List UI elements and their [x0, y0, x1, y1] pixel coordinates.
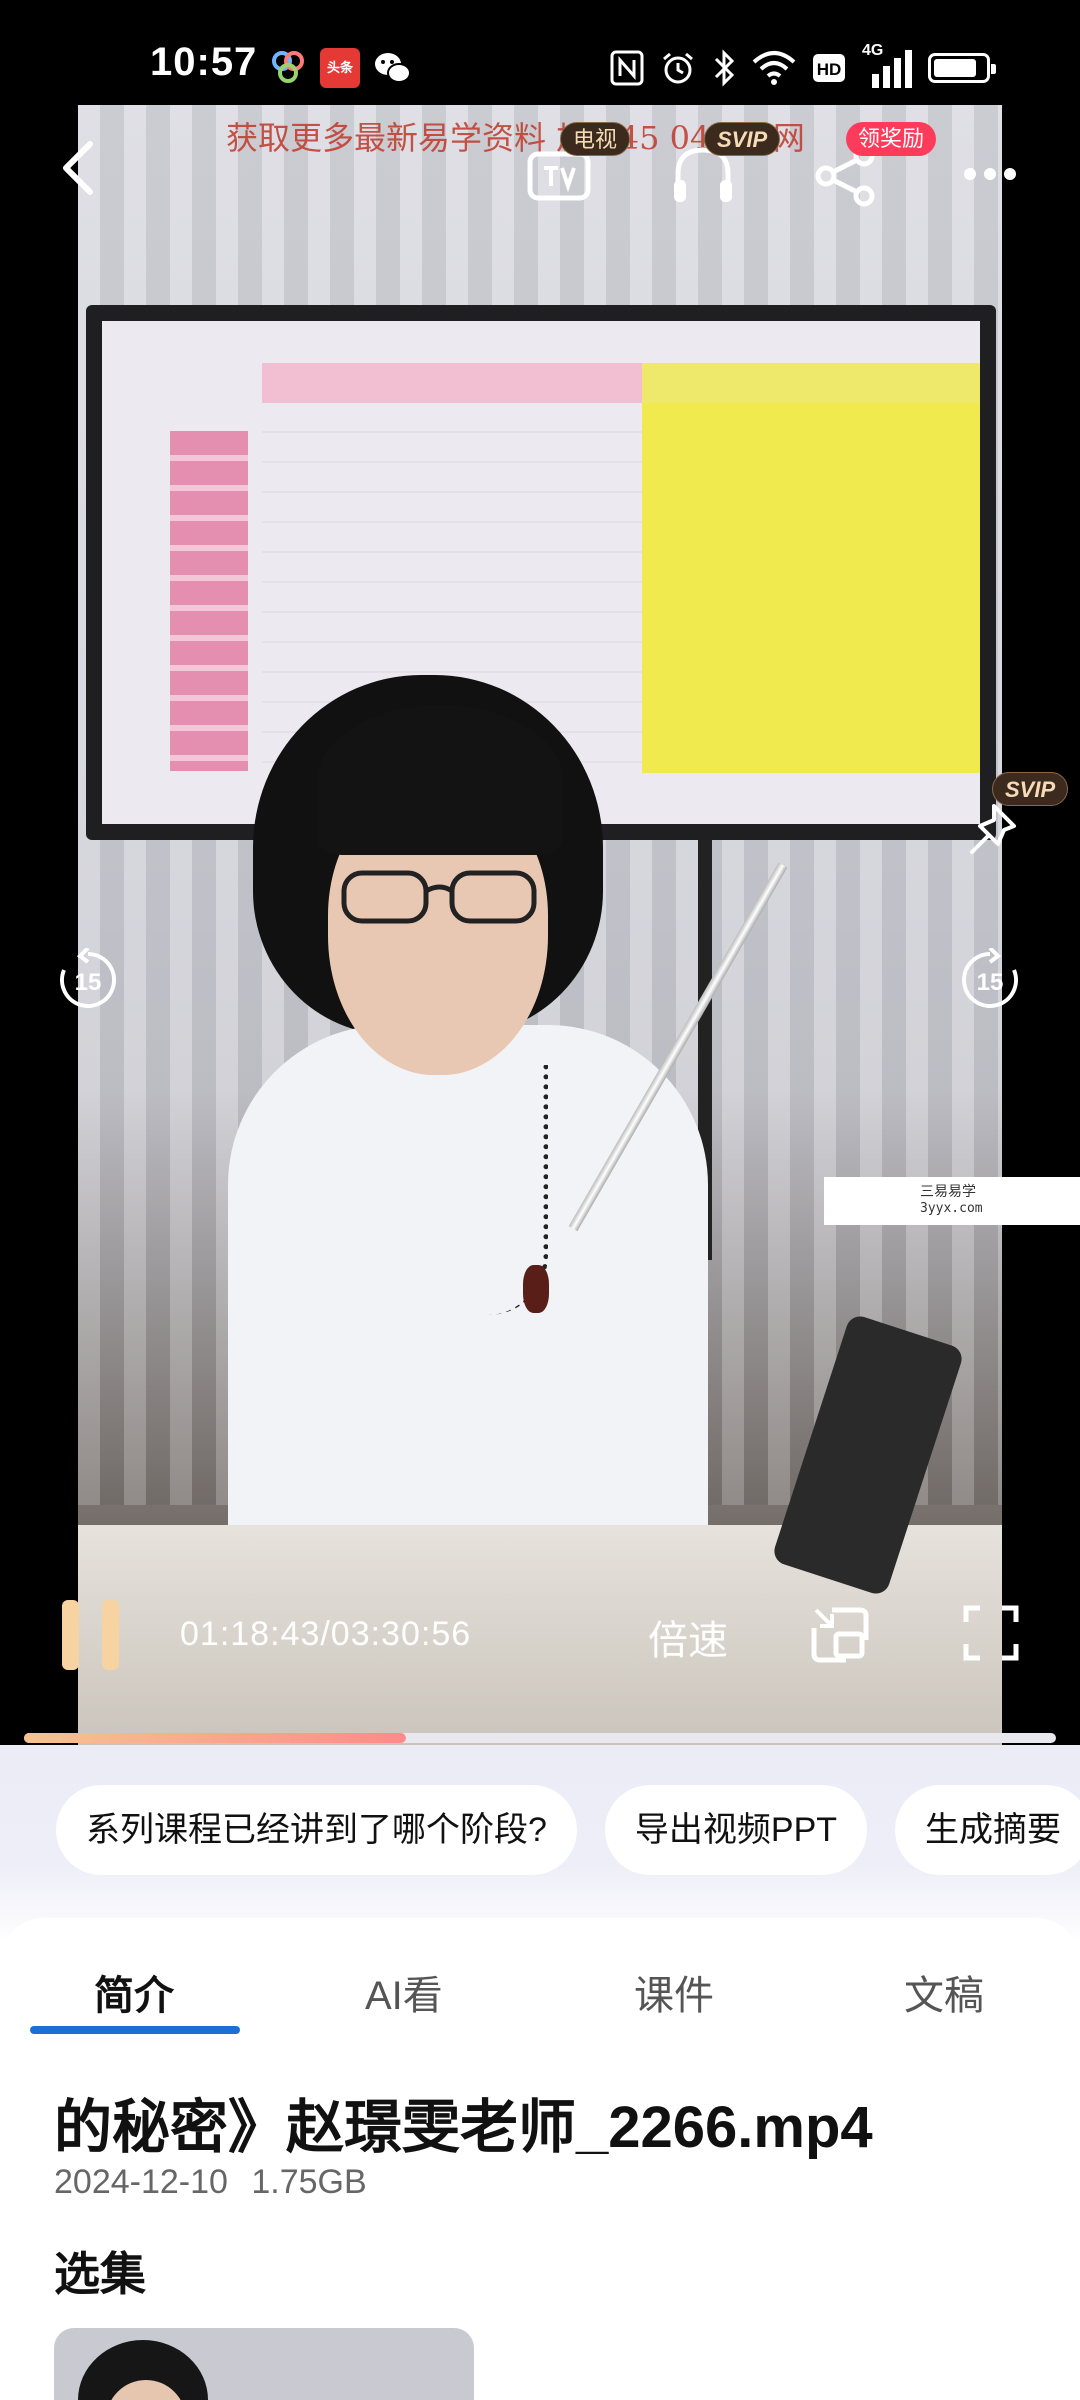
reward-badge[interactable]: 领奖励 [846, 122, 937, 156]
battery-icon [928, 53, 996, 83]
nfc-icon [610, 50, 644, 86]
app-icon-toutiao: 头条 [320, 48, 360, 88]
file-meta: 2024-12-10 1.75GB [54, 2163, 367, 2202]
forward-15-label: 15 [977, 969, 1004, 996]
dot-icon [984, 168, 996, 180]
pause-bar [102, 1600, 119, 1670]
hd-icon: HD [813, 54, 845, 82]
tab-intro[interactable]: 简介 [94, 1963, 174, 2021]
status-bar: 10:57 头条 HD 4G [0, 0, 1080, 120]
side-watermark: 三易易学 3yyx.com [824, 1177, 1080, 1225]
fullscreen-icon[interactable] [962, 1604, 1020, 1662]
tv-badge: 电视 [560, 122, 631, 156]
suggestion-chips: 系列课程已经讲到了哪个阶段? 导出视频PPT 生成摘要 [56, 1785, 1080, 1875]
progress-bar[interactable] [24, 1733, 1056, 1743]
pause-bar [62, 1600, 79, 1670]
more-options-button[interactable] [960, 160, 1020, 186]
picture-in-picture-icon[interactable] [810, 1604, 870, 1664]
status-time: 10:57 [150, 40, 258, 84]
detail-sheet: 简介 AI看 课件 文稿 的秘密》赵璟雯老师_2266.mp4 2024-12-… [0, 1918, 1080, 2400]
rewind-15-button[interactable]: 15 [56, 948, 120, 1012]
app-icon-pinwheel [272, 51, 304, 83]
battery-fill [934, 59, 976, 77]
tab-courseware[interactable]: 课件 [634, 1963, 714, 2021]
dot-icon [964, 168, 976, 180]
svip-badge-audio: SVIP [704, 122, 781, 156]
info-panel: 系列课程已经讲到了哪个阶段? 导出视频PPT 生成摘要 简介 AI看 课件 文稿… [0, 1745, 1080, 2400]
file-title: 的秘密》赵璟雯老师_2266.mp4 [54, 2095, 873, 2160]
svg-text:HD: HD [817, 60, 842, 79]
network-label: 4G [862, 42, 884, 59]
speed-button[interactable]: 倍速 [648, 1608, 728, 1666]
rewind-15-label: 15 [75, 969, 102, 996]
file-size: 1.75GB [251, 2163, 367, 2201]
forward-15-button[interactable]: 15 [958, 948, 1022, 1012]
active-tab-indicator [30, 2026, 240, 2034]
chip-export-ppt[interactable]: 导出视频PPT [604, 1785, 868, 1875]
episodes-heading: 选集 [54, 2248, 146, 2300]
alarm-icon [663, 52, 693, 84]
tab-transcript[interactable]: 文稿 [904, 1963, 984, 2021]
episode-thumbnail[interactable] [54, 2328, 474, 2400]
signal-icon: 4G [862, 42, 912, 88]
status-icons: HD 4G [610, 42, 996, 92]
tab-bar: 简介 AI看 课件 文稿 [0, 1918, 1080, 2038]
video-frame: 获取更多最新易学资料 加 345 044 巴网 [78, 105, 1002, 1745]
presenter-glasses [341, 870, 537, 924]
pin-icon[interactable] [964, 800, 1024, 860]
file-date: 2024-12-10 [54, 2163, 228, 2201]
video-player[interactable]: 获取更多最新易学资料 加 345 044 巴网 三易易学 3yyx.com [0, 105, 1080, 1745]
tab-ai-view[interactable]: AI看 [365, 1963, 443, 2021]
wifi-icon [752, 51, 796, 85]
chip-course-stage[interactable]: 系列课程已经讲到了哪个阶段? [56, 1785, 577, 1875]
back-button[interactable] [52, 138, 112, 198]
bluetooth-icon [714, 49, 735, 87]
playback-time: 01:18:43/03:30:56 [180, 1615, 472, 1653]
app-icon-wechat [375, 53, 411, 83]
pause-button[interactable] [60, 1600, 120, 1670]
dot-icon [1004, 168, 1016, 180]
chip-generate-summary[interactable]: 生成摘要 [895, 1785, 1080, 1875]
progress-fill [24, 1733, 406, 1743]
